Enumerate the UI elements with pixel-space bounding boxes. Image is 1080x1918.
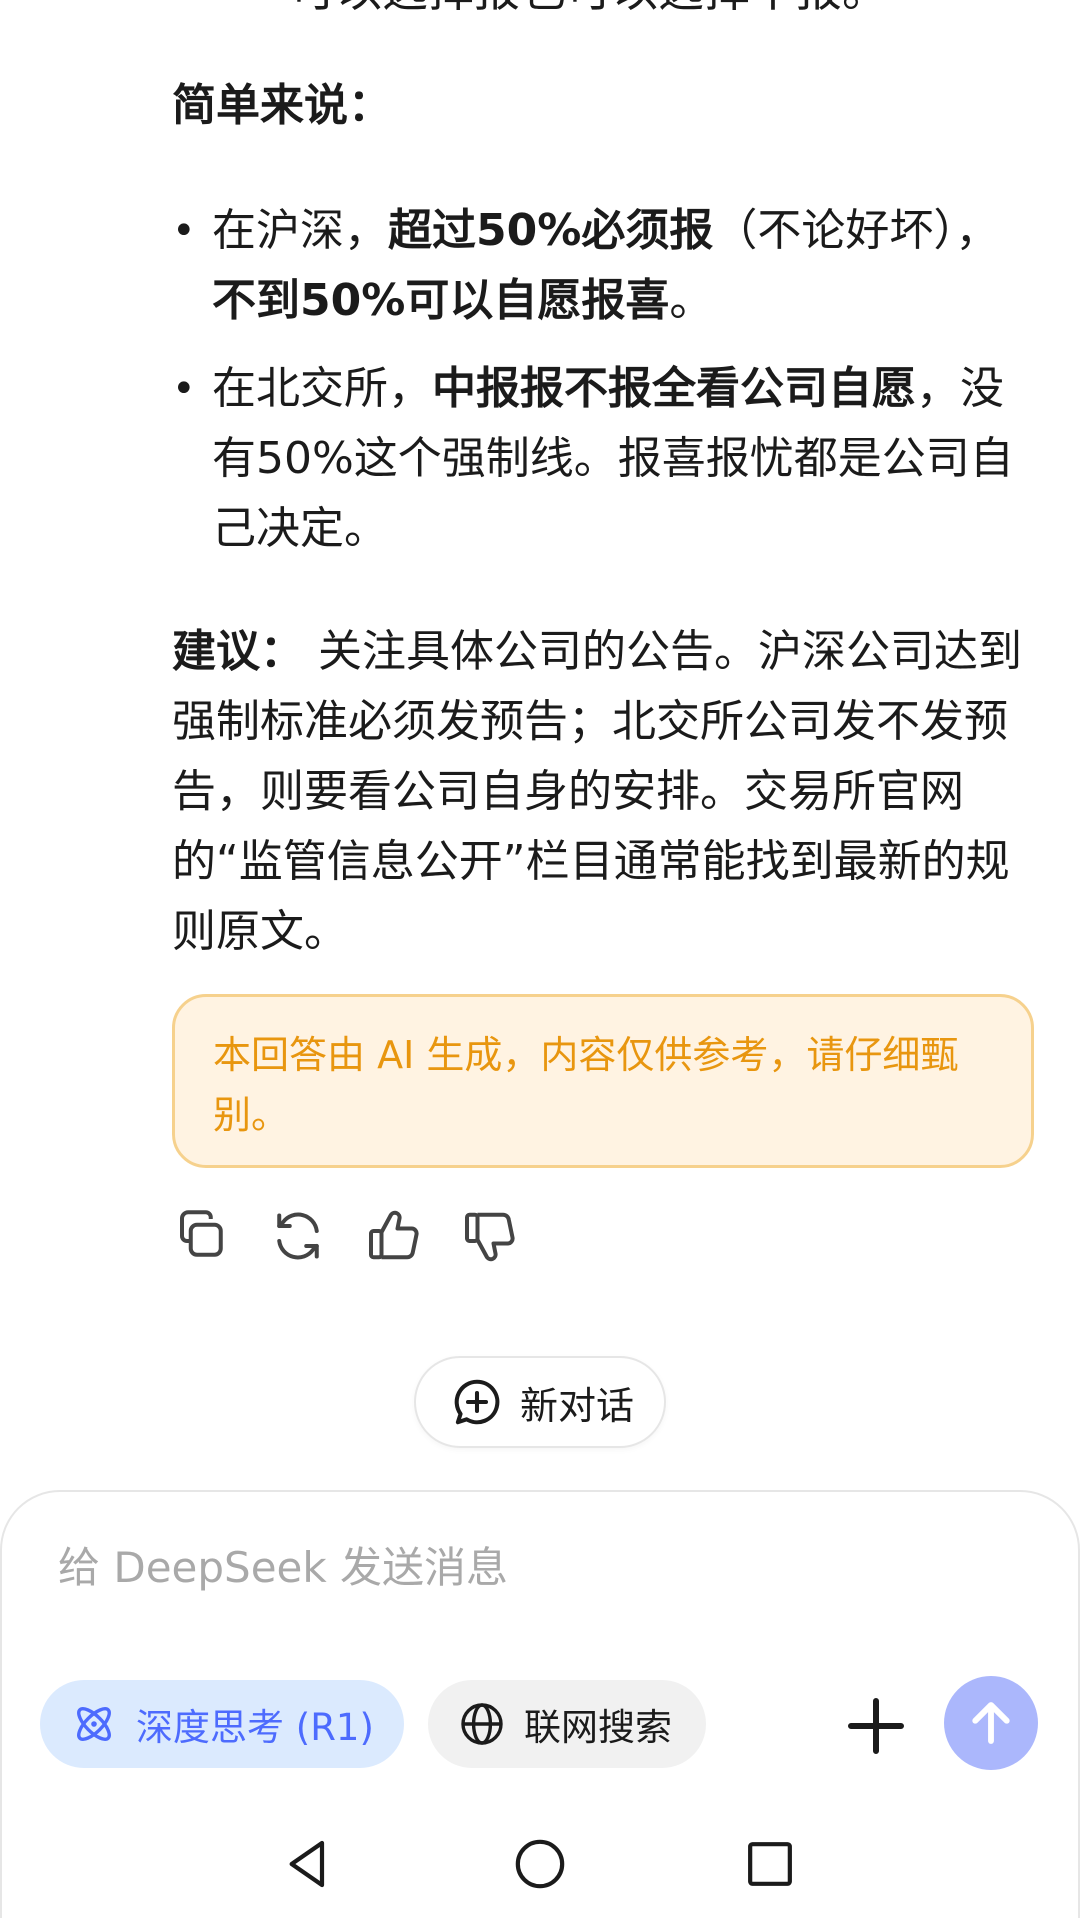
regenerate-button[interactable] xyxy=(268,1206,328,1266)
send-button[interactable] xyxy=(944,1676,1038,1770)
bullet-text: 在沪深， xyxy=(212,205,388,256)
bullet-bold-text: 超过50%必须报 xyxy=(388,205,714,256)
attach-button[interactable] xyxy=(846,1696,906,1756)
home-circle-icon xyxy=(515,1839,565,1889)
new-chat-label: 新对话 xyxy=(520,1383,635,1428)
bullet-dot: • xyxy=(172,366,196,412)
bullet-text: 在北交所， xyxy=(212,363,432,414)
message-input[interactable] xyxy=(58,1532,958,1602)
bullet-text: 。 xyxy=(669,275,714,326)
plus-icon xyxy=(848,1698,904,1754)
bullet-bold-text: 中报报不报全看公司自愿 xyxy=(432,363,916,414)
like-button[interactable] xyxy=(364,1206,424,1266)
bullet-text: （不论好坏）， xyxy=(713,205,1000,256)
bullet-bold-text: 不到50%可以自愿报喜 xyxy=(212,275,670,326)
copy-button[interactable] xyxy=(172,1206,232,1266)
nav-home-button[interactable] xyxy=(512,1836,568,1892)
summary-heading: 简单来说： xyxy=(172,80,392,131)
list-item: • 在沪深，超过50%必须报（不论好坏）， 不到50%可以自愿报喜。 xyxy=(172,196,1032,336)
advice-paragraph: 建议： 关注具体公司的公告。沪深公司达到强制标准必须发预告；北交所公司发不发预告… xyxy=(172,617,1032,967)
copy-icon xyxy=(180,1210,223,1257)
deep-think-label: 深度思考 (R1) xyxy=(136,1706,374,1749)
previous-text-line: 可以选择报也可以选择不报。 xyxy=(290,0,888,18)
new-chat-button[interactable]: 新对话 xyxy=(414,1356,666,1448)
thumbs-down-icon xyxy=(464,1212,515,1262)
atom-icon xyxy=(77,1707,111,1741)
globe-icon xyxy=(461,1703,503,1745)
recents-square-icon xyxy=(748,1842,792,1886)
summary-list: • 在沪深，超过50%必须报（不论好坏）， 不到50%可以自愿报喜。 • 在北交所，中… xyxy=(172,196,1032,582)
dislike-button[interactable] xyxy=(460,1206,520,1266)
advice-label: 建议： xyxy=(172,626,304,677)
chat-screen: 可以选择报也可以选择不报。 简单来说： • 在沪深，超过50%必须报（不论好坏），… xyxy=(0,0,1080,1918)
thumbs-up-icon xyxy=(368,1210,419,1260)
web-search-toggle[interactable]: 联网搜索 xyxy=(428,1680,706,1768)
new-chat-icon xyxy=(454,1379,500,1425)
nav-back-button[interactable] xyxy=(280,1836,336,1892)
arrow-up-icon xyxy=(972,1702,1010,1744)
ai-disclaimer-box: 本回答由 AI 生成，内容仅供参考，请仔细甄别。 xyxy=(172,994,1034,1168)
nav-recents-button[interactable] xyxy=(742,1836,798,1892)
back-triangle-icon xyxy=(289,1840,325,1888)
deep-think-toggle[interactable]: 深度思考 (R1) xyxy=(40,1680,404,1768)
bullet-dot: • xyxy=(172,208,196,254)
web-search-label: 联网搜索 xyxy=(524,1706,672,1749)
refresh-icon xyxy=(277,1212,319,1260)
list-item: • 在北交所，中报报不报全看公司自愿，没有50%这个强制线。报喜报忧都是公司自己决… xyxy=(172,354,1032,564)
